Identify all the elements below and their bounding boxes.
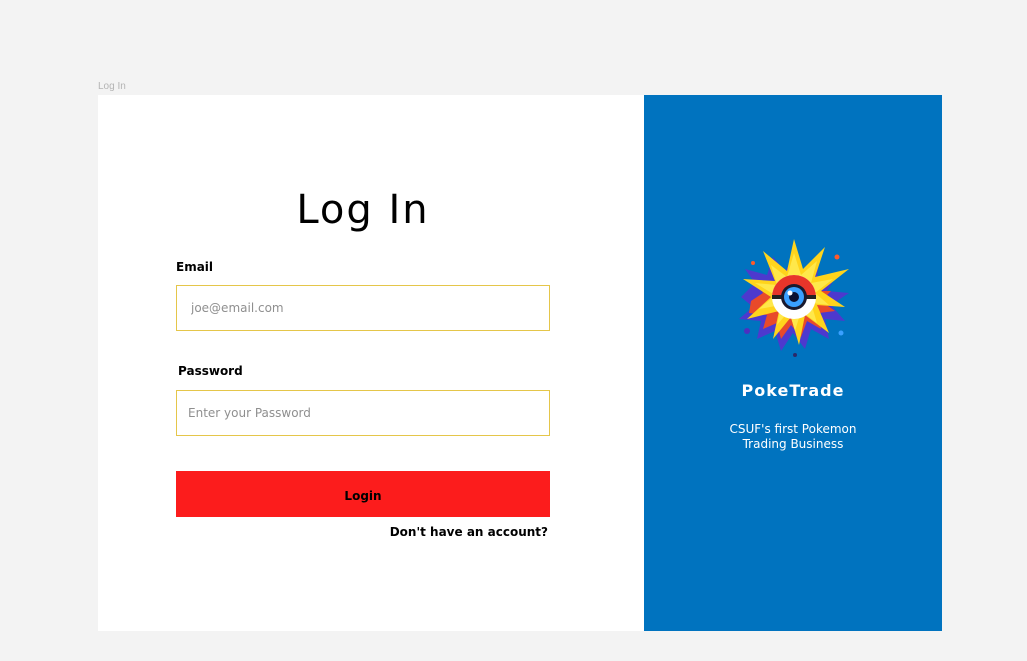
email-label: Email [176, 260, 214, 274]
login-card: Log In Email Password Login Don't have a… [98, 95, 942, 631]
email-field[interactable] [176, 285, 550, 331]
frame-label: Log In [98, 81, 126, 92]
brand-panel: PokeTrade CSUF's first Pokemon Trading B… [644, 95, 942, 631]
signup-link[interactable]: Don't have an account? [390, 525, 548, 539]
login-form-panel: Log In Email Password Login Don't have a… [98, 95, 644, 631]
brand-tagline: CSUF's first Pokemon Trading Business [729, 422, 857, 451]
password-field[interactable] [176, 390, 550, 436]
password-label: Password [178, 364, 243, 378]
page-title: Log In [296, 187, 430, 233]
login-button[interactable]: Login [176, 471, 550, 517]
brand-name: PokeTrade [741, 381, 845, 400]
poketrade-logo-icon [733, 235, 855, 361]
